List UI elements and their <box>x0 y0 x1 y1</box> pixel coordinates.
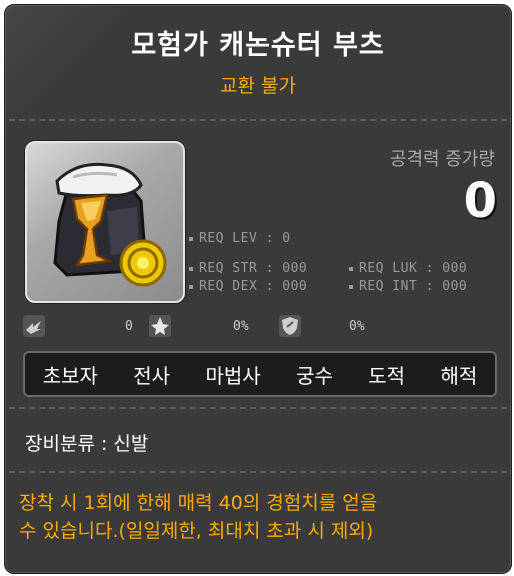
divider <box>9 407 507 409</box>
boots-icon <box>53 162 167 287</box>
req-str: REQ STR : 000 <box>189 261 307 276</box>
upgrade-slots-icon <box>23 315 45 337</box>
shield-icon <box>279 315 301 337</box>
job-thief: 도적 <box>368 363 406 388</box>
job-warrior: 전사 <box>133 363 171 388</box>
req-lev: REQ LEV : 0 <box>189 231 291 246</box>
star-force-value: 0% <box>233 319 249 334</box>
divider <box>9 119 507 121</box>
req-luk: REQ LUK : 000 <box>349 261 467 276</box>
req-int: REQ INT : 000 <box>349 279 467 294</box>
job-beginner: 초보자 <box>42 363 98 388</box>
upgrade-slots-value: 0 <box>125 319 133 334</box>
star-force-icon <box>149 315 171 337</box>
attack-increase-label: 공격력 증가량 <box>389 149 495 170</box>
description-line-1: 장착 시 1회에 한해 매력 40의 경험치를 얻을 <box>19 492 378 514</box>
item-tooltip: 모험가 캐논슈터 부츠 교환 불가 공격력 증가량 0 REQ LEV : 0 … <box>4 4 512 574</box>
job-requirements: 초보자 전사 마법사 궁수 도적 해적 <box>23 351 497 397</box>
job-bowman: 궁수 <box>296 363 333 388</box>
req-dex: REQ DEX : 000 <box>189 279 307 294</box>
attack-increase-value: 0 <box>463 173 497 229</box>
stat-icons-row: 0 0% 0% <box>23 315 503 339</box>
description-line-2: 수 있습니다.(일일제한, 최대치 초과 시 제외) <box>19 520 374 542</box>
job-magician: 마법사 <box>205 363 261 388</box>
item-description: 장착 시 1회에 한해 매력 40의 경험치를 얻을 수 있습니다.(일일제한,… <box>19 489 499 545</box>
job-pirate: 해적 <box>440 363 478 388</box>
equipment-category: 장비분류 : 신발 <box>25 433 149 455</box>
item-icon-frame <box>25 141 185 303</box>
trade-status: 교환 불가 <box>220 75 296 97</box>
item-name: 모험가 캐논슈터 부츠 <box>131 30 385 61</box>
divider <box>9 471 507 473</box>
shield-value: 0% <box>349 319 365 334</box>
